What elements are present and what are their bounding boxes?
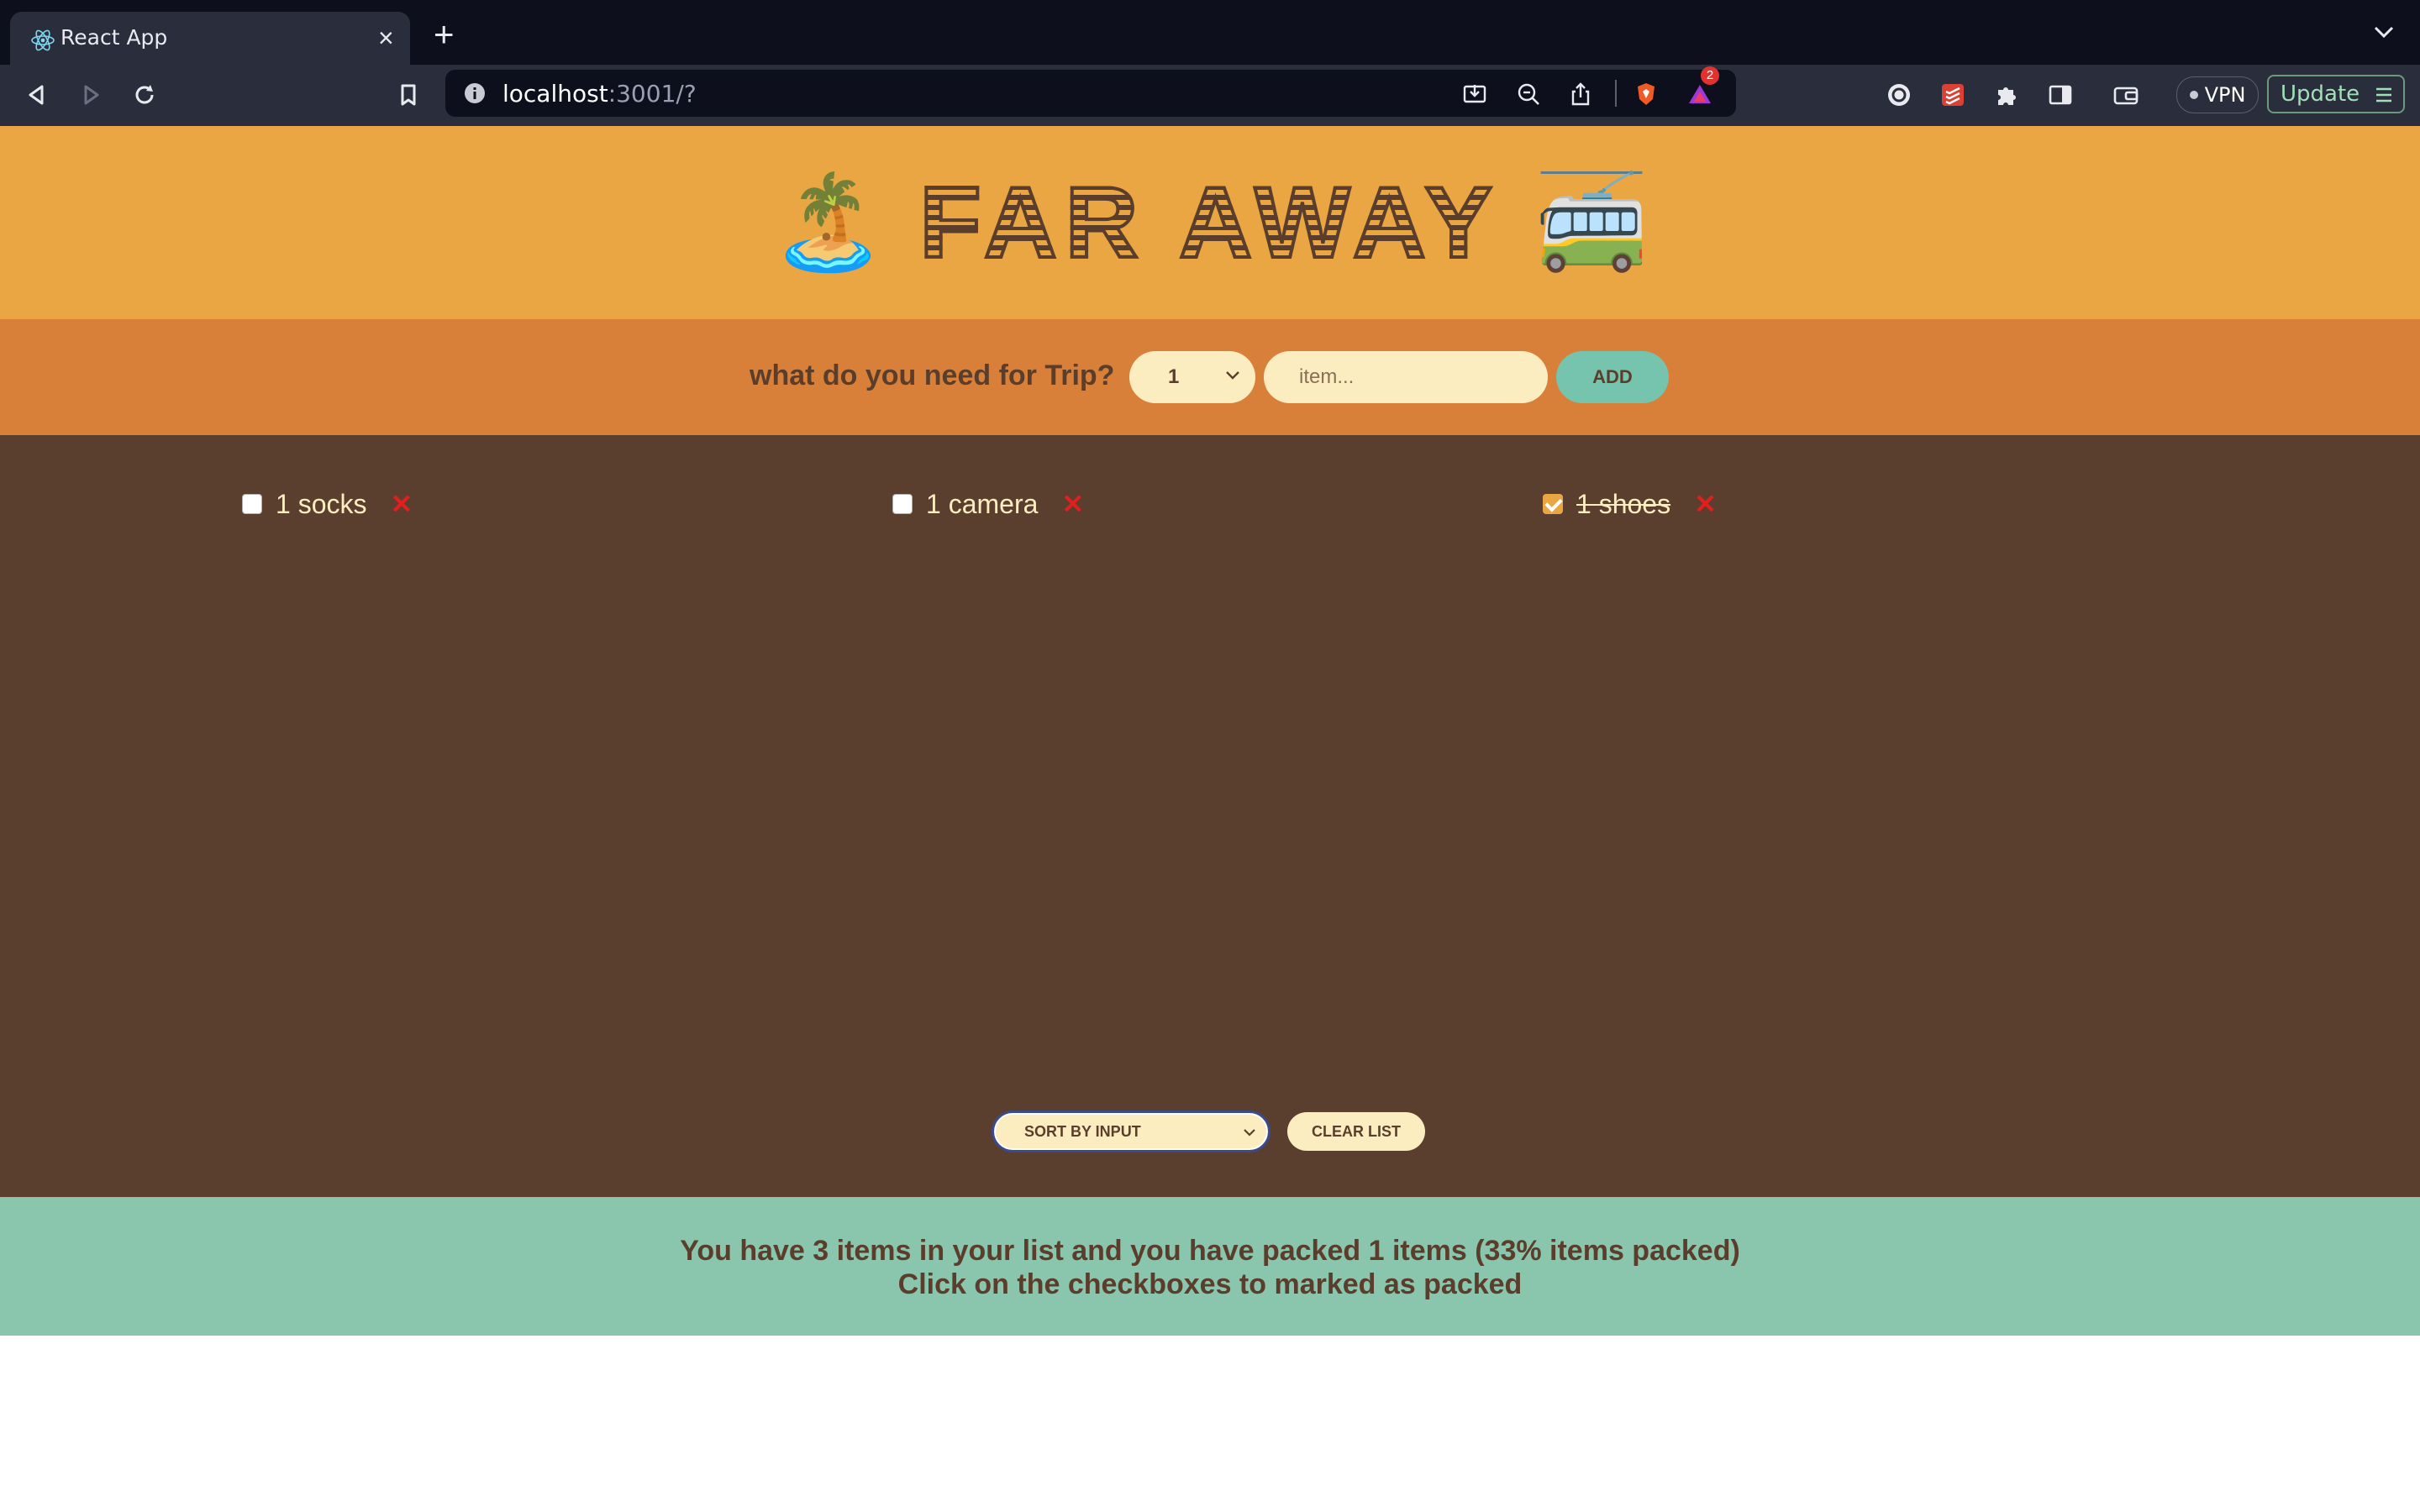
chevron-down-icon — [1244, 1129, 1255, 1137]
add-button[interactable]: ADD — [1556, 351, 1669, 403]
form-prompt: what do you need for Trip? — [750, 360, 1115, 391]
list-item: 1 camera ✕ — [892, 487, 1084, 521]
quantity-select[interactable]: 1 — [1129, 351, 1255, 403]
stats-hint: Click on the checkboxes to marked as pac… — [897, 1268, 1523, 1300]
site-info-icon[interactable] — [464, 82, 486, 104]
wallet-icon[interactable] — [2112, 81, 2139, 108]
sort-value: SORT BY INPUT — [1024, 1122, 1141, 1140]
packed-checkbox[interactable] — [892, 494, 913, 514]
stats-summary: You have 3 items in your list and you ha… — [680, 1235, 1740, 1267]
packing-list: 1 socks ✕ 1 camera ✕ 1 shoes ✕ SORT BY I… — [0, 435, 2420, 1197]
packed-checkbox[interactable] — [1543, 494, 1563, 514]
zoom-out-icon[interactable] — [1516, 81, 1541, 107]
clear-list-button[interactable]: CLEAR LIST — [1287, 1112, 1425, 1151]
tab-title: React App — [60, 25, 168, 50]
browser-toolbar: localhost:3001/? 2 VPN Update — [0, 65, 2420, 126]
vpn-status-dot — [2189, 91, 2198, 99]
url-host: localhost — [502, 80, 608, 108]
address-bar[interactable]: localhost:3001/? 2 — [445, 66, 1736, 117]
bookmark-icon[interactable] — [393, 80, 424, 110]
vpn-label: VPN — [2204, 83, 2246, 107]
list-item: 1 socks ✕ — [242, 487, 413, 521]
forward-icon[interactable] — [76, 80, 106, 110]
item-label: 1 camera — [926, 488, 1039, 519]
browser-tab[interactable]: React App × — [10, 12, 410, 65]
stats-footer: You have 3 items in your list and you ha… — [0, 1197, 2420, 1336]
sidebar-icon[interactable] — [2047, 81, 2074, 108]
brave-rewards-icon[interactable] — [1687, 81, 1712, 107]
url-path: :3001/? — [608, 80, 697, 108]
todoist-extension-icon[interactable] — [1939, 81, 1966, 108]
react-logo-icon — [31, 29, 55, 51]
trolleybus-emoji: 🚎 — [1534, 171, 1649, 274]
chevron-down-icon[interactable] — [2373, 24, 2395, 40]
menu-icon — [2376, 87, 2391, 102]
island-emoji: 🏝️ — [771, 171, 886, 274]
reload-icon[interactable] — [129, 80, 160, 110]
list-item: 1 shoes ✕ — [1543, 487, 1717, 521]
sort-select[interactable]: SORT BY INPUT — [992, 1110, 1270, 1152]
notification-badge: 2 — [1701, 66, 1719, 85]
add-item-form: what do you need for Trip? 1 ADD — [0, 319, 2420, 435]
back-icon[interactable] — [22, 80, 52, 110]
delete-item-button[interactable]: ✕ — [390, 491, 413, 517]
vpn-button[interactable]: VPN — [2176, 76, 2259, 113]
browser-tab-bar: React App × + — [0, 0, 2420, 65]
item-input[interactable] — [1264, 351, 1548, 403]
packed-checkbox[interactable] — [242, 494, 262, 514]
update-label: Update — [2281, 81, 2360, 107]
delete-item-button[interactable]: ✕ — [1061, 491, 1084, 517]
delete-item-button[interactable]: ✕ — [1694, 491, 1717, 517]
update-button[interactable]: Update — [2267, 75, 2405, 113]
divider — [1615, 80, 1617, 107]
url-text: localhost:3001/? — [502, 80, 697, 108]
brave-shield-icon[interactable] — [1634, 81, 1659, 107]
app-title: FAR AWAY — [918, 165, 1501, 281]
tab-close-icon[interactable]: × — [378, 23, 394, 53]
item-label: 1 shoes — [1576, 488, 1671, 519]
share-icon[interactable] — [1568, 81, 1593, 107]
extension-circle-icon[interactable] — [1886, 81, 1912, 108]
quantity-value: 1 — [1168, 365, 1180, 388]
extensions-puzzle-icon[interactable] — [1993, 81, 2020, 108]
item-label: 1 socks — [276, 488, 367, 519]
chevron-down-icon — [1226, 371, 1239, 380]
install-app-icon[interactable] — [1462, 81, 1487, 107]
app-header: 🏝️ FAR AWAY 🚎 — [0, 126, 2420, 319]
new-tab-icon[interactable]: + — [434, 17, 455, 52]
